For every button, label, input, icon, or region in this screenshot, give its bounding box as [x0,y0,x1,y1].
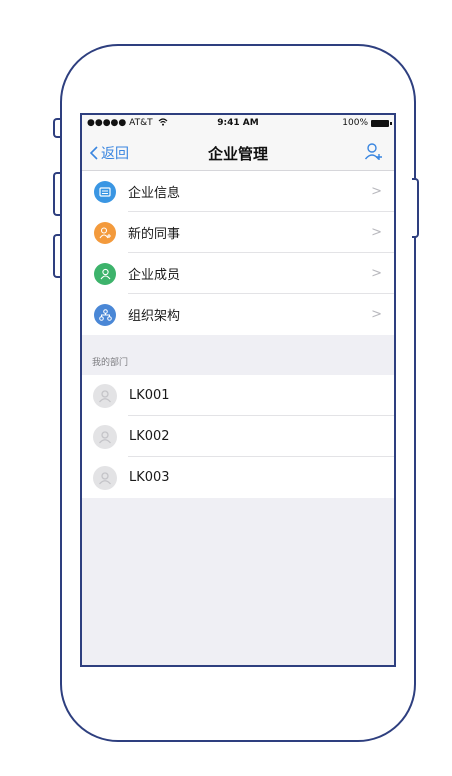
menu-list: 企业信息 > 新的同事 > 企业成员 > 组织架构 > [82,171,394,335]
avatar-icon [93,465,117,490]
battery-percent: 100% [342,118,368,128]
menu-item-label: 企业信息 [128,186,181,201]
department-name: LK001 [129,388,170,403]
menu-item-label: 企业成员 [128,268,181,283]
menu-item-company-info[interactable]: 企业信息 > [82,171,394,212]
menu-item-label: 组织架构 [128,309,181,324]
menu-item-label: 新的同事 [128,227,181,242]
department-item-lk001[interactable]: LK001 [82,375,394,416]
department-item-lk002[interactable]: LK002 [82,416,394,457]
battery-icon [371,119,392,127]
battery-status: 100% [342,118,392,128]
members-icon [94,262,116,285]
status-bar: ●●●●● AT&T 9:41 AM 100% [82,115,394,133]
company-info-icon [94,180,116,203]
volume-down-button [53,234,60,278]
chevron-right-icon: > [371,184,382,199]
chevron-right-icon: > [371,225,382,240]
menu-item-members[interactable]: 企业成员 > [82,253,394,294]
department-name: LK002 [129,429,170,444]
avatar-icon [93,383,117,408]
section-header-my-departments: 我的部门 [92,358,129,368]
chevron-right-icon: > [371,266,382,281]
menu-item-new-colleagues[interactable]: 新的同事 > [82,212,394,253]
mute-switch [53,118,60,138]
department-list: LK001 LK002 LK003 [82,375,394,498]
department-item-lk003[interactable]: LK003 [82,457,394,498]
add-user-icon[interactable] [364,142,384,162]
avatar-icon [93,424,117,449]
menu-item-org-structure[interactable]: 组织架构 > [82,294,394,335]
phone-screen: ●●●●● AT&T 9:41 AM 100% 返回 企业管理 企业信息 > 新… [80,113,396,667]
volume-up-button [53,172,60,216]
power-button [412,178,419,238]
chevron-right-icon: > [371,307,382,322]
department-name: LK003 [129,470,170,485]
navigation-bar: 返回 企业管理 [82,133,394,171]
org-structure-icon [94,303,116,326]
new-colleague-icon [94,221,116,244]
page-title: 企业管理 [207,145,268,163]
